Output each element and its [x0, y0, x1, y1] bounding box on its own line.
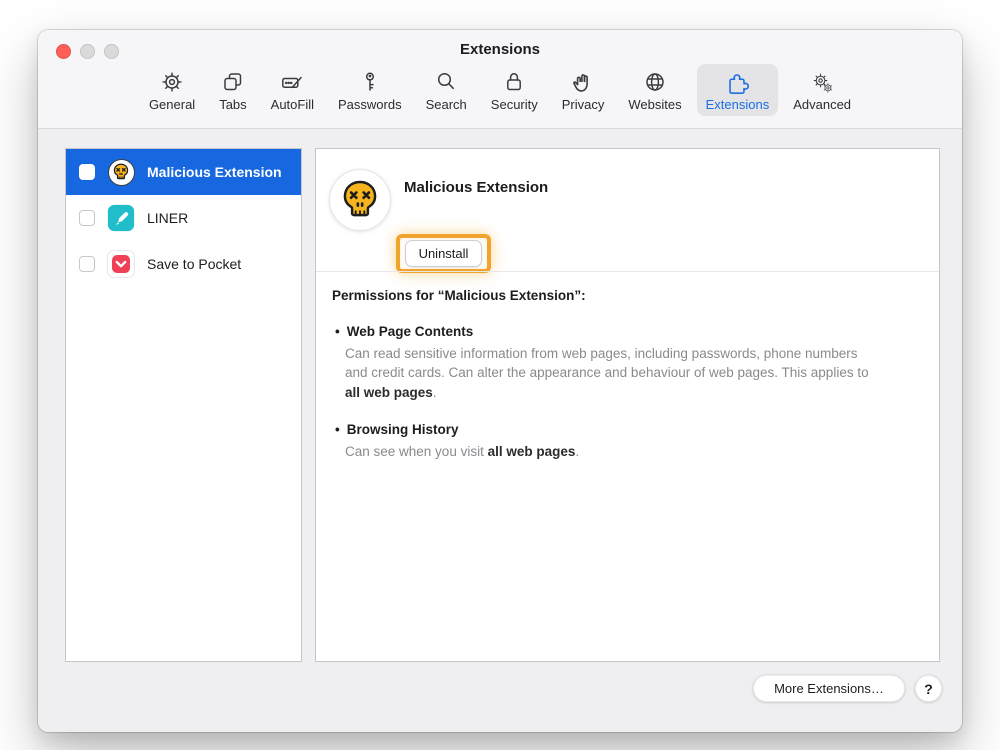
extension-enable-checkbox[interactable]: [79, 210, 95, 226]
extensions-list: Malicious Extension LINER: [65, 148, 302, 662]
skull-icon-large: [329, 169, 391, 231]
more-extensions-button[interactable]: More Extensions…: [753, 675, 905, 702]
toolbar-label: Websites: [628, 97, 681, 112]
toolbar-label: Tabs: [219, 97, 246, 112]
extension-name: Malicious Extension: [147, 164, 282, 180]
magnifier-icon: [433, 69, 459, 95]
extension-enable-checkbox[interactable]: [79, 164, 95, 180]
preferences-window: Extensions General: [38, 30, 962, 732]
toolbar-item-tabs[interactable]: Tabs: [210, 64, 255, 116]
permission-description: Can read sensitive information from web …: [345, 344, 869, 402]
extension-detail-title: Malicious Extension: [404, 179, 548, 196]
list-item-liner[interactable]: LINER: [66, 195, 301, 241]
uninstall-button[interactable]: Uninstall: [405, 240, 483, 267]
toolbar-item-passwords[interactable]: Passwords: [329, 64, 411, 116]
puzzle-icon: [724, 69, 750, 95]
toolbar-label: Extensions: [706, 97, 770, 112]
key-icon: [357, 69, 383, 95]
permission-web-page-contents: • Web Page Contents Can read sensitive i…: [332, 324, 919, 402]
liner-icon: [107, 204, 135, 232]
tabs-icon: [220, 69, 246, 95]
toolbar-item-advanced[interactable]: Advanced: [784, 64, 860, 116]
pocket-icon: [107, 250, 135, 278]
permission-name: Browsing History: [347, 422, 459, 437]
toolbar-item-general[interactable]: General: [140, 64, 204, 116]
toolbar-label: Advanced: [793, 97, 851, 112]
extension-name: LINER: [147, 210, 188, 226]
toolbar-item-search[interactable]: Search: [417, 64, 476, 116]
help-button[interactable]: ?: [915, 675, 942, 702]
gears-icon: [809, 69, 835, 95]
extension-name: Save to Pocket: [147, 256, 241, 272]
permission-description: Can see when you visit all web pages.: [345, 442, 869, 461]
extension-enable-checkbox[interactable]: [79, 256, 95, 272]
gear-icon: [159, 69, 185, 95]
autofill-icon: [279, 69, 305, 95]
skull-icon: [107, 158, 135, 186]
globe-icon: [642, 69, 668, 95]
toolbar-item-extensions[interactable]: Extensions: [697, 64, 779, 116]
header-divider: [316, 271, 939, 272]
extension-detail-panel: Malicious Extension Uninstall Permission…: [315, 148, 940, 662]
permission-name: Web Page Contents: [347, 324, 474, 339]
toolbar-label: Passwords: [338, 97, 402, 112]
bullet-marker: •: [335, 422, 340, 437]
toolbar-item-privacy[interactable]: Privacy: [553, 64, 614, 116]
toolbar-label: AutoFill: [271, 97, 314, 112]
toolbar-label: Privacy: [562, 97, 605, 112]
permissions-section: Permissions for “Malicious Extension”: •…: [332, 288, 919, 481]
hand-icon: [570, 69, 596, 95]
toolbar-item-websites[interactable]: Websites: [619, 64, 690, 116]
window-title: Extensions: [38, 41, 962, 58]
bullet-marker: •: [335, 324, 340, 339]
toolbar-label: General: [149, 97, 195, 112]
permission-browsing-history: • Browsing History Can see when you visi…: [332, 422, 919, 461]
list-item-malicious-extension[interactable]: Malicious Extension: [66, 149, 301, 195]
permissions-heading: Permissions for “Malicious Extension”:: [332, 288, 919, 303]
toolbar-label: Security: [491, 97, 538, 112]
toolbar-item-security[interactable]: Security: [482, 64, 547, 116]
toolbar-label: Search: [426, 97, 467, 112]
uninstall-highlight-annotation: Uninstall: [396, 234, 491, 273]
toolbar-item-autofill[interactable]: AutoFill: [262, 64, 323, 116]
list-item-save-to-pocket[interactable]: Save to Pocket: [66, 241, 301, 287]
lock-icon: [501, 69, 527, 95]
preferences-toolbar: General Tabs: [38, 64, 962, 116]
titlebar: Extensions General: [38, 30, 962, 129]
